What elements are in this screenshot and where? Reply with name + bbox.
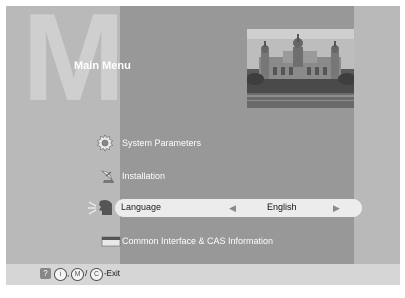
menu-item-label: Language [121,202,162,212]
main-menu-screen: M Main Menu System Parameters Installati… [0,0,405,298]
menu-item-common-interface[interactable]: Common Interface & CAS Information [101,232,273,250]
separator-comma: , [67,269,70,278]
help-icon[interactable]: ? [40,268,51,279]
menu-item-language[interactable]: Language ◀ English ▶ [115,199,362,217]
gear-icon [97,134,113,152]
building-photo [247,29,354,108]
menu-item-label: System Parameters [122,138,202,148]
arrow-right-icon[interactable]: ▶ [333,203,340,214]
menu-item-label: Installation [122,171,166,181]
footer-hint-bar: ? i , M / C -Exit [6,264,400,285]
menu-item-system-parameters[interactable]: System Parameters [96,134,201,152]
page-title: Main Menu [74,60,131,72]
speaking-head-icon [88,200,112,215]
language-value: English [267,202,297,212]
satellite-dish-icon [101,170,114,183]
info-button-icon[interactable]: i [54,268,67,281]
exit-hint-text: -Exit [104,269,120,278]
right-panel [354,6,400,264]
arrow-left-icon[interactable]: ◀ [229,203,236,214]
menu-item-label: Common Interface & CAS Information [122,236,274,246]
separator-slash: / [85,269,88,278]
menu-button-icon[interactable]: M [71,268,84,281]
cancel-button-icon[interactable]: C [90,268,103,281]
smart-card-icon [101,236,121,247]
menu-item-installation[interactable]: Installation [100,167,165,185]
